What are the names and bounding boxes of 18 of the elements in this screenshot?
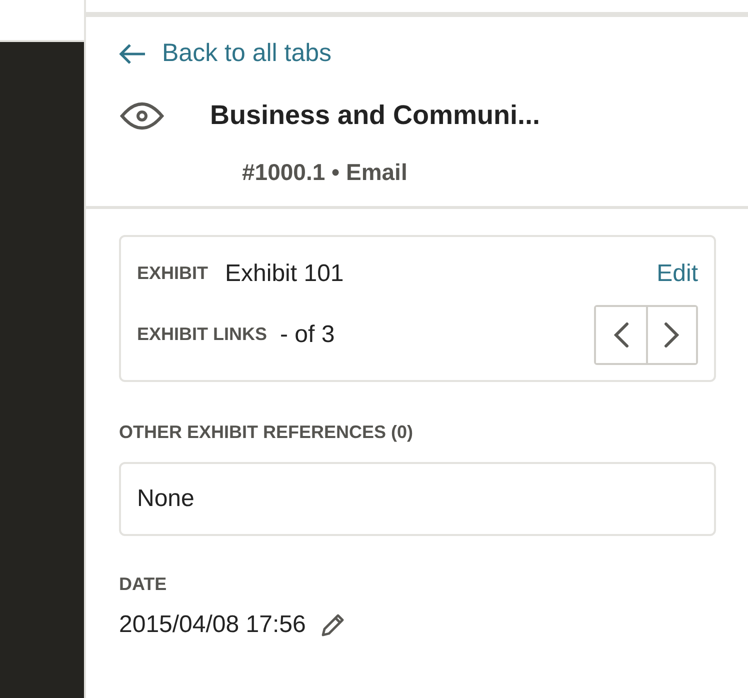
document-subtitle: #1000.1 • Email: [242, 158, 408, 186]
chevron-right-icon: [664, 322, 680, 348]
arrow-left-icon: [118, 42, 146, 64]
document-title: Business and Communi...: [210, 100, 540, 131]
back-link[interactable]: Back to all tabs: [118, 39, 332, 68]
next-button[interactable]: [646, 306, 696, 362]
section-label: OTHER EXHIBIT REFERENCES (0): [119, 422, 414, 442]
pencil-icon[interactable]: [320, 612, 346, 638]
edit-link[interactable]: Edit: [656, 260, 698, 288]
exhibit-links-label: EXHIBIT LINKS: [137, 324, 268, 345]
exhibit-value: Exhibit 101: [225, 260, 344, 288]
date-value: 2015/04/08 17:56: [119, 610, 306, 638]
exhibit-label: EXHIBIT: [137, 263, 208, 284]
references-field: None: [119, 462, 716, 536]
eye-icon: [120, 100, 164, 132]
chevron-left-icon: [613, 322, 629, 348]
exhibit-links-value: - of 3: [280, 320, 335, 348]
date-label: DATE: [119, 574, 168, 594]
